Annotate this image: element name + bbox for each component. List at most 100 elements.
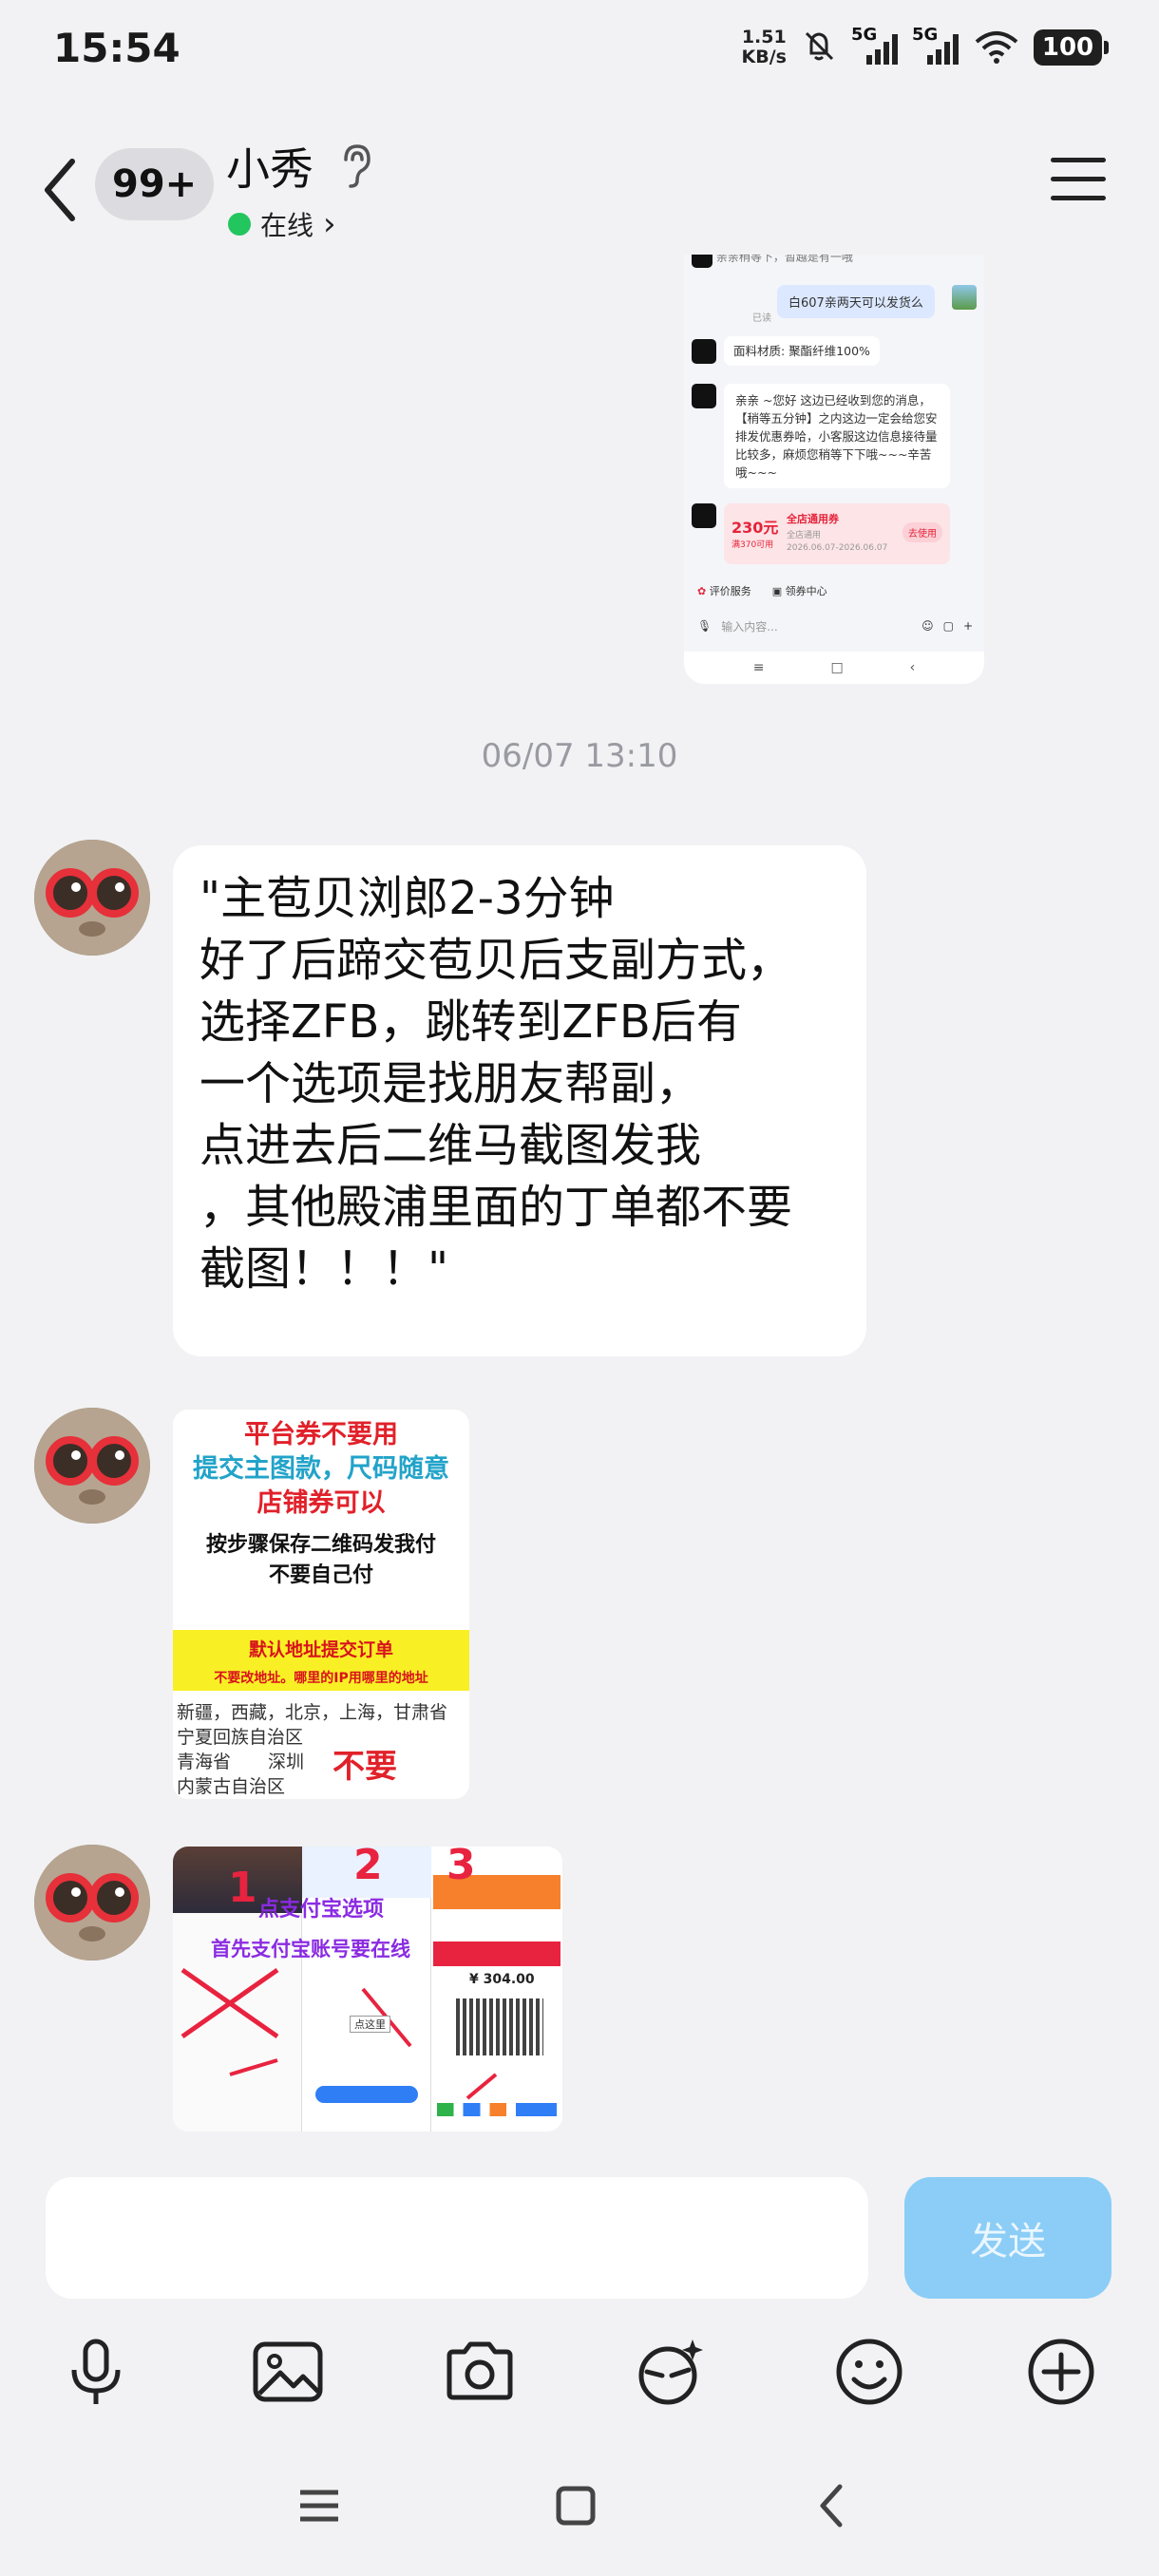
shot-emoji-icon: ☺ <box>922 619 934 633</box>
shot-reply-bubble: 亲亲 ~您好 这边已经收到您的消息，【稍等五分钟】之内这边一定会给您安排发优惠券… <box>724 384 950 488</box>
signal-5g-2-icon: 5G <box>912 25 960 66</box>
shot-material-bubble: 面料材质: 聚酯纤维100% <box>724 336 880 366</box>
nav-recents-button[interactable] <box>291 2477 348 2534</box>
message-line: 一个选项是找朋友帮副， <box>200 1057 702 1110</box>
sender-avatar[interactable] <box>34 1408 150 1524</box>
menu-button[interactable] <box>1051 158 1106 205</box>
img1-yellow-text: 默认地址提交订单 <box>248 1639 393 1660</box>
sender-avatar[interactable] <box>34 1845 150 1960</box>
shot-nav-back-icon: ‹ <box>909 660 916 675</box>
menu-line <box>1051 177 1106 181</box>
send-button[interactable]: 发送 <box>904 2177 1112 2299</box>
shot-eval-service: ✿ 评价服务 <box>697 585 751 597</box>
signal-5g-icon: 5G <box>851 25 899 66</box>
shot-mic-icon: 🎙 <box>697 619 712 633</box>
camera-icon <box>446 2341 513 2400</box>
img1-regions-line2: 宁夏回族自治区 <box>177 1727 304 1748</box>
chat-header: 99+ 小秀 在线 › <box>0 114 1159 256</box>
sparkle-mask-icon <box>638 2339 703 2405</box>
shot-coupon-card: 230元 满370可用 全店通用券 全店通用 2026.06.07-2026.0… <box>724 503 950 564</box>
net-speed-unit: KB/s <box>741 47 787 67</box>
nav-back-button[interactable] <box>804 2477 861 2534</box>
message-line: 选择ZFB，跳转到ZFB后有 <box>200 995 742 1049</box>
shop-logo-icon <box>692 255 712 268</box>
voice-button[interactable] <box>53 2329 139 2415</box>
img1-regions-shenzhen: 深圳 <box>268 1752 305 1772</box>
img1-line3: 店铺券可以 <box>256 1488 386 1518</box>
shot-nav-home-icon: □ <box>830 660 844 675</box>
coupon-amount: 230元 <box>732 519 779 537</box>
contact-name[interactable]: 小秀 <box>226 135 314 198</box>
message-timestamp: 06/07 13:10 <box>481 737 678 775</box>
shot-bag-icon: ▢ <box>942 619 954 633</box>
coupon-use-button: 去使用 <box>902 522 942 542</box>
message-line: 点进去后二维马截图发我 <box>200 1119 702 1172</box>
avatar-cat-glasses <box>34 840 150 956</box>
image-message-instructions[interactable]: 平台券不要用 提交主图款，尺码随意 店铺券可以 按步骤保存二维码发我付 不要自己… <box>173 1410 469 1799</box>
img2-tap-here: 点这里 <box>350 2016 390 2033</box>
online-status[interactable]: 在线 › <box>228 205 336 243</box>
message-line: "主苞贝浏郎2-3分钟 <box>200 872 615 925</box>
coupon-title: 全店通用券 <box>787 513 839 525</box>
chevron-left-icon <box>45 159 75 221</box>
network-speed: 1.51 KB/s <box>742 28 787 67</box>
status-time: 15:54 <box>53 25 180 71</box>
microphone-icon <box>71 2339 121 2404</box>
square-home-icon <box>556 2486 596 2526</box>
chevron-right-icon: › <box>323 205 336 243</box>
image-message-payment-steps[interactable]: ¥ 304.00 1 2 3 点支付宝选项 首先支付宝账号要在线 点这里 <box>173 1847 562 2131</box>
back-arrow-icon <box>820 2484 843 2528</box>
system-nav-bar <box>0 2458 1159 2553</box>
back-button[interactable] <box>38 152 86 228</box>
more-button[interactable] <box>1018 2329 1104 2415</box>
battery-indicator: 100 <box>1034 29 1109 66</box>
emoji-icon <box>836 2339 902 2405</box>
sender-avatar[interactable] <box>34 840 150 956</box>
shot-input-row: 🎙 输入内容... ☺ ▢ + <box>697 610 973 642</box>
img1-no-label: 不要 <box>332 1748 397 1786</box>
message-input[interactable] <box>46 2177 868 2299</box>
message-line: ，其他殿浦里面的丁单都不要 <box>200 1181 793 1234</box>
photo-button[interactable] <box>245 2329 331 2415</box>
shot-read-label: 已读 <box>752 313 771 324</box>
mute-bell-icon <box>800 27 838 68</box>
camera-button[interactable] <box>437 2329 522 2415</box>
nav-home-button[interactable] <box>547 2477 604 2534</box>
coupon-date: 2026.06.07-2026.06.07 <box>787 543 888 553</box>
emoji-button[interactable] <box>826 2329 912 2415</box>
menu-lines-icon <box>300 2490 338 2522</box>
avatar-cat-glasses <box>34 1845 150 1960</box>
menu-line <box>1051 158 1106 162</box>
shot-coupon-row: 230元 满370可用 全店通用券 全店通用 2026.06.07-2026.0… <box>692 503 950 564</box>
coupon-scope: 全店通用 <box>787 531 822 540</box>
status-icons: 1.51 KB/s 5G 5G 100 <box>742 25 1109 68</box>
message-line: 好了后蹄交苞贝后支副方式， <box>200 934 793 987</box>
img1-regions-line3: 青海省 <box>177 1752 232 1772</box>
signal-2-label: 5G <box>912 25 939 45</box>
shot-service-row: ✿ 评价服务 ▣ 领券中心 <box>697 583 827 598</box>
ai-mask-button[interactable] <box>629 2329 714 2415</box>
shot-coupon-center: ▣ 领券中心 <box>771 585 827 597</box>
unread-badge[interactable]: 99+ <box>95 148 215 220</box>
menu-line <box>1051 196 1106 200</box>
text-message-bubble[interactable]: "主苞贝浏郎2-3分钟 好了后蹄交苞贝后支副方式， 选择ZFB，跳转到ZFB后有… <box>173 845 866 1356</box>
screenshot-image-message[interactable]: 亲亲稍等下，暂越是有一哦 已读 白607亲两天可以发货么 面料材质: 聚酯纤维1… <box>684 255 984 684</box>
shot-top-cut: 亲亲稍等下，暂越是有一哦 <box>692 255 977 268</box>
shot-user-bubble: 白607亲两天可以发货么 <box>777 285 935 318</box>
shop-logo-icon <box>692 384 716 408</box>
wifi-icon <box>973 27 1020 68</box>
signal-1-label: 5G <box>851 25 878 45</box>
img1-red-text: 不要改地址。哪里的IP用哪里的地址 <box>214 1671 428 1686</box>
online-label: 在线 <box>260 210 314 241</box>
shot-eval-label: 评价服务 <box>709 585 751 597</box>
shot-reply-row: 亲亲 ~您好 这边已经收到您的消息，【稍等五分钟】之内这边一定会给您安排发优惠券… <box>692 384 950 488</box>
shop-logo-icon <box>692 338 716 364</box>
avatar-cat-glasses <box>34 1408 150 1524</box>
shop-logo-icon <box>692 503 716 528</box>
plus-circle-icon <box>1028 2339 1094 2405</box>
img1-regions-line1: 新疆，西藏，北京，上海，甘肃省 <box>177 1702 448 1723</box>
img2-arrows <box>180 1967 498 2100</box>
message-line: 截图！！！" <box>200 1242 449 1296</box>
shot-input-placeholder: 输入内容... <box>721 619 778 634</box>
ear-icon[interactable] <box>338 142 372 194</box>
